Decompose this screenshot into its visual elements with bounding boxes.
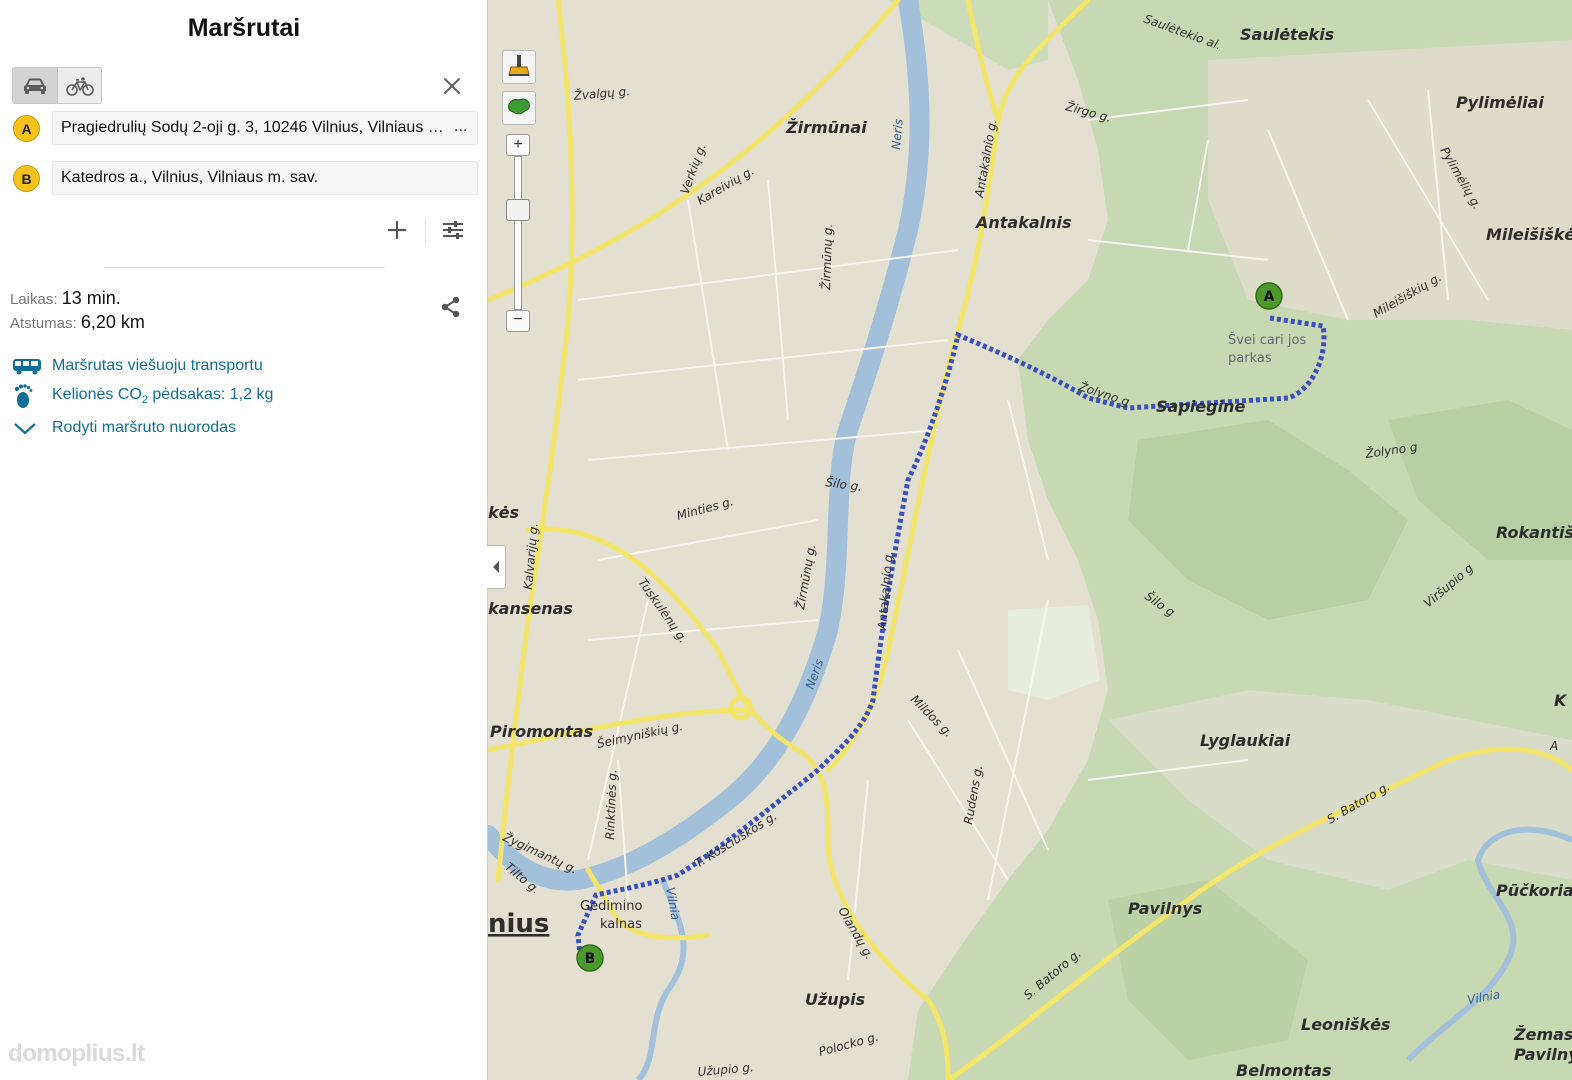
map-label-seimyniskiu-g: Šeimyniškių g. xyxy=(596,718,685,751)
map-label-park: Švei cari jos xyxy=(1228,332,1306,348)
map-label-antakalnio-g: Antakalnio g. xyxy=(972,118,1000,199)
bicycle-icon xyxy=(65,76,94,96)
map-label-kalnas: kalnas xyxy=(600,917,642,932)
map-label-kansenas: kansenas xyxy=(488,599,573,618)
car-icon xyxy=(24,78,46,94)
map-label-gedimino: Gedimino xyxy=(580,899,642,914)
share-icon xyxy=(441,296,460,318)
map-label-minties-g: Minties g. xyxy=(675,494,735,523)
section-divider xyxy=(104,267,385,268)
map-label-vilnius: nius xyxy=(488,909,549,939)
co2-footprint-label: Kelionės CO2 pėdsakas: 1,2 kg xyxy=(52,385,274,407)
share-button[interactable] xyxy=(438,294,464,320)
map-label-pavilnys: Pavilnys xyxy=(1128,899,1202,918)
travel-mode-switch xyxy=(12,67,102,104)
map-label-zirmunu-g2: Žirmūnų g. xyxy=(792,543,818,612)
zoom-out-button[interactable]: − xyxy=(506,310,530,332)
map-label-verkiu-g: Verkių g. xyxy=(678,141,709,196)
zoom-track[interactable] xyxy=(514,156,522,310)
close-panel-button[interactable] xyxy=(440,74,464,98)
toolbar-divider xyxy=(425,218,426,242)
map-label-pavilny: Pavilny xyxy=(1514,1045,1572,1064)
map-label-sauletekis: Saulėtekis xyxy=(1240,25,1334,44)
map-label-zirmunu-g: Žirmūnų g. xyxy=(818,223,835,291)
public-transport-label: Maršrutas viešuoju transportu xyxy=(52,357,263,374)
map-label-pylimeliai: Pylimėliai xyxy=(1456,93,1544,112)
map-label-leoniskes: Leoniškės xyxy=(1301,1015,1390,1034)
map-label-uzupio-g: Užupio g. xyxy=(697,1060,754,1079)
map-label-polocko-g: Polocko g. xyxy=(817,1029,880,1058)
travel-time: Laikas: 13 min. xyxy=(10,288,121,309)
map-label-antakalnis: Antakalnis xyxy=(974,213,1072,232)
close-icon xyxy=(444,78,460,94)
map-label-belmontas: Belmontas xyxy=(1236,1061,1332,1080)
origin-more: ... xyxy=(454,118,468,135)
origin-input[interactable] xyxy=(52,111,478,145)
route-panel: Maršrutai A ... B xyxy=(0,0,488,1080)
map-label-rokantiskes: Rokantiš xyxy=(1496,523,1572,542)
map-label-zvalgu-g: Žvalgų g. xyxy=(572,83,631,103)
map-label-rinktines-g: Rinktinės g. xyxy=(603,769,619,840)
travel-distance-value: 6,20 km xyxy=(80,312,145,332)
bicycle-mode-button[interactable] xyxy=(57,68,101,103)
map-label-lyglaukiai: Lyglaukiai xyxy=(1200,731,1291,750)
public-transport-link[interactable]: Maršrutas viešuoju transportu xyxy=(12,354,263,378)
marker-a[interactable]: A xyxy=(1255,282,1283,310)
collapse-panel-button[interactable] xyxy=(487,545,506,589)
show-directions-link[interactable]: Rodyti maršruto nuorodas xyxy=(12,416,236,440)
cemetery xyxy=(1008,605,1100,700)
map-label-park2: parkas xyxy=(1228,351,1272,366)
panel-title: Maršrutai xyxy=(187,14,301,42)
map-label-rudens-g: Rudens g. xyxy=(961,764,985,826)
co2-footprint-link[interactable]: Kelionės CO2 pėdsakas: 1,2 kg xyxy=(12,384,273,408)
travel-time-label: Laikas: xyxy=(10,291,58,308)
map-label-sapiegine: Sapiegine xyxy=(1156,397,1245,416)
waypoint-a-badge: A xyxy=(13,115,40,142)
route-options-button[interactable] xyxy=(440,217,466,243)
map-label-mileisiskes: Mileišiškė xyxy=(1486,225,1572,244)
destination-input[interactable] xyxy=(52,161,478,195)
map-label-puckoriai: Pūčkoriai xyxy=(1496,881,1572,900)
map-label-zemas: Žemas xyxy=(1513,1025,1572,1044)
chevron-left-icon xyxy=(493,561,499,573)
svg-text:A: A xyxy=(1264,289,1275,305)
svg-text:B: B xyxy=(585,951,596,967)
car-mode-button[interactable] xyxy=(13,68,57,103)
map-layer-icon xyxy=(508,98,530,115)
map-canvas[interactable]: Saulėtekis Saulėtekio al. Pylimėliai Mil… xyxy=(488,0,1572,1080)
travel-distance-label: Atstumas: xyxy=(10,315,77,332)
chevron-down-icon xyxy=(14,423,36,435)
plus-icon xyxy=(387,220,407,240)
map-label-uzupis: Užupis xyxy=(805,990,865,1009)
add-waypoint-button[interactable] xyxy=(384,217,410,243)
waypoint-b-badge: B xyxy=(13,165,40,192)
map-label-piromontas: Piromontas xyxy=(490,722,593,741)
map-label-kes: kės xyxy=(488,503,519,522)
map-label-vilnia: Vilnia xyxy=(663,886,683,921)
broom-icon xyxy=(508,55,530,76)
travel-distance: Atstumas: 6,20 km xyxy=(10,312,145,333)
clear-map-button[interactable] xyxy=(502,50,536,84)
marker-b[interactable]: B xyxy=(576,944,604,972)
map-label-a-edge: A xyxy=(1549,739,1558,753)
zoom-control: + − xyxy=(506,134,530,332)
map-layer-button[interactable] xyxy=(502,91,536,125)
travel-time-value: 13 min. xyxy=(61,288,121,308)
footprint-icon xyxy=(14,384,33,408)
show-directions-label: Rodyti maršruto nuorodas xyxy=(52,419,237,436)
zoom-slider-handle[interactable] xyxy=(506,199,530,221)
map-label-neris-top: Neris xyxy=(889,118,906,150)
bus-icon xyxy=(13,359,41,375)
sliders-icon xyxy=(443,221,463,239)
map-label-kalvariju-g: Kalvarijų g. xyxy=(521,522,541,590)
map-label-zirmunai: Žirmūnai xyxy=(785,118,867,137)
watermark-logo: domoplius.lt xyxy=(8,1040,145,1067)
map-label-k-edge: K xyxy=(1554,691,1568,710)
zoom-in-button[interactable]: + xyxy=(506,134,530,156)
map-label-olandu-g: Olandų g. xyxy=(835,905,876,962)
map-svg: Saulėtekis Saulėtekio al. Pylimėliai Mil… xyxy=(488,0,1572,1080)
